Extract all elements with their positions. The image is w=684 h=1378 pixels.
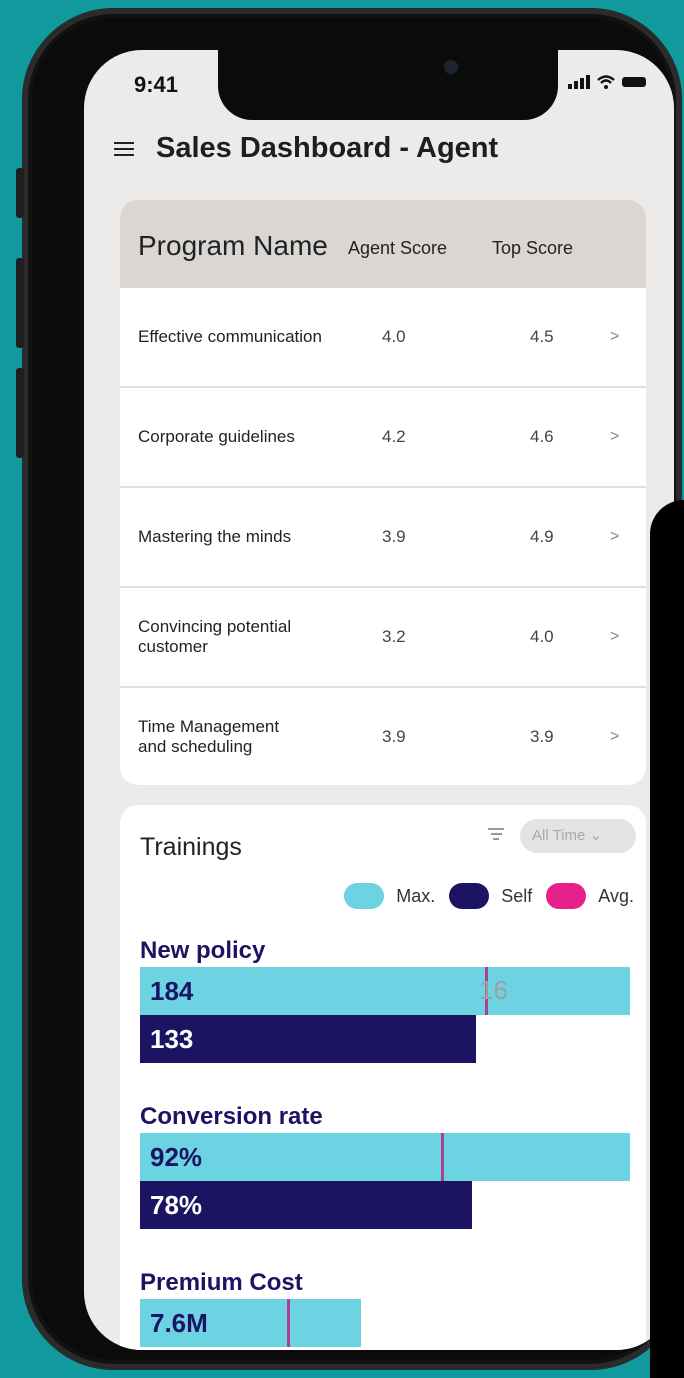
bar-max-value: 184 [150, 976, 194, 1006]
battery-icon [622, 77, 646, 87]
chart-legend: Max. Self Avg. [344, 883, 634, 909]
column-header-top-score: Top Score [492, 238, 574, 258]
program-name: Mastering the minds [138, 527, 292, 546]
top-score: 4.6 [530, 427, 554, 446]
chevron-right-icon[interactable]: > [610, 528, 619, 546]
status-icons [568, 75, 646, 89]
top-score: 4.9 [530, 527, 554, 546]
bar-self: 133 [140, 1015, 476, 1063]
metric-label: Conversion rate [140, 1103, 323, 1130]
front-camera [444, 60, 458, 74]
metric-new-policy: New policy 184 16 133 [140, 937, 630, 1063]
metric-conversion-rate: Conversion rate 92% 78% [140, 1103, 630, 1229]
metric-label: New policy [140, 937, 266, 964]
legend-label-avg: Avg. [598, 885, 634, 906]
time-range-dropdown[interactable]: All Time ⌄ [520, 819, 636, 853]
bar-self: 78% [140, 1181, 472, 1229]
notch [218, 50, 558, 120]
chevron-right-icon[interactable]: > [610, 428, 619, 446]
program-name: Corporate guidelines [138, 427, 295, 446]
metric-premium-cost: Premium Cost 7.6M [140, 1269, 630, 1347]
trainings-card: Trainings All Time ⌄ Max. Self Avg. New [120, 805, 646, 1350]
top-score: 3.9 [530, 727, 554, 746]
table-row[interactable]: Convincing potential customer 3.2 4.0 > [120, 588, 646, 688]
agent-score: 3.9 [382, 727, 406, 746]
legend-item-max: Max. [344, 883, 435, 909]
bar-max-value: 7.6M [150, 1308, 208, 1338]
legend-item-avg: Avg. [546, 883, 634, 909]
avg-marker [441, 1133, 444, 1181]
page-title: Sales Dashboard - Agent [156, 132, 499, 164]
program-name: Time Management and scheduling [138, 717, 280, 756]
wifi-icon [597, 75, 615, 89]
agent-score: 4.2 [382, 427, 406, 446]
hamburger-menu-icon[interactable] [114, 138, 134, 160]
legend-swatch-max [344, 883, 385, 909]
agent-score: 3.2 [382, 627, 406, 646]
bar-max-value: 92% [150, 1142, 203, 1172]
column-header-agent-score: Agent Score [348, 238, 448, 258]
chevron-right-icon[interactable]: > [610, 628, 619, 646]
program-name: Effective communication [138, 327, 322, 346]
agent-score: 3.9 [382, 527, 406, 546]
bar-max: 92% [140, 1133, 630, 1181]
chevron-right-icon[interactable]: > [610, 728, 619, 746]
program-table: Program Name Agent Score Top Score Effec… [120, 200, 646, 785]
screen: 9:41 Sales Dashboard - Agent Program Nam… [84, 50, 674, 1350]
legend-swatch-avg [546, 883, 587, 909]
bar-self-value: 133 [150, 1024, 194, 1054]
table-header: Program Name Agent Score Top Score [120, 200, 646, 288]
table-row[interactable]: Effective communication 4.0 4.5 > [120, 288, 646, 388]
top-score: 4.0 [530, 627, 554, 646]
agent-score: 4.0 [382, 327, 406, 346]
status-time: 9:41 [134, 72, 179, 97]
chevron-right-icon[interactable]: > [610, 328, 619, 346]
avg-value: 16 [479, 975, 508, 1005]
table-row[interactable]: Time Management and scheduling 3.9 3.9 > [120, 688, 646, 785]
volume-up-button [16, 258, 24, 348]
bar-max: 7.6M [140, 1299, 361, 1347]
top-score: 4.5 [530, 327, 554, 346]
program-name: Convincing potential customer [138, 617, 292, 656]
legend-swatch-self [449, 883, 490, 909]
avg-marker [287, 1299, 290, 1347]
legend-label-max: Max. [396, 885, 436, 906]
app-header: Sales Dashboard - Agent [114, 132, 498, 165]
filter-icon[interactable] [488, 825, 504, 843]
overlay-panel [650, 500, 684, 1378]
trainings-title: Trainings [140, 833, 242, 861]
volume-down-button [16, 368, 24, 458]
table-row[interactable]: Mastering the minds 3.9 4.9 > [120, 488, 646, 588]
bar-self-value: 78% [150, 1190, 203, 1220]
bar-max: 184 16 [140, 967, 630, 1015]
table-row[interactable]: Corporate guidelines 4.2 4.6 > [120, 388, 646, 488]
column-header-program-name: Program Name [138, 230, 328, 261]
legend-item-self: Self [449, 883, 532, 909]
mute-switch [16, 168, 24, 218]
phone-frame: 9:41 Sales Dashboard - Agent Program Nam… [16, 8, 682, 1370]
metric-label: Premium Cost [140, 1269, 303, 1296]
legend-label-self: Self [501, 885, 533, 906]
signal-icon [568, 75, 590, 89]
